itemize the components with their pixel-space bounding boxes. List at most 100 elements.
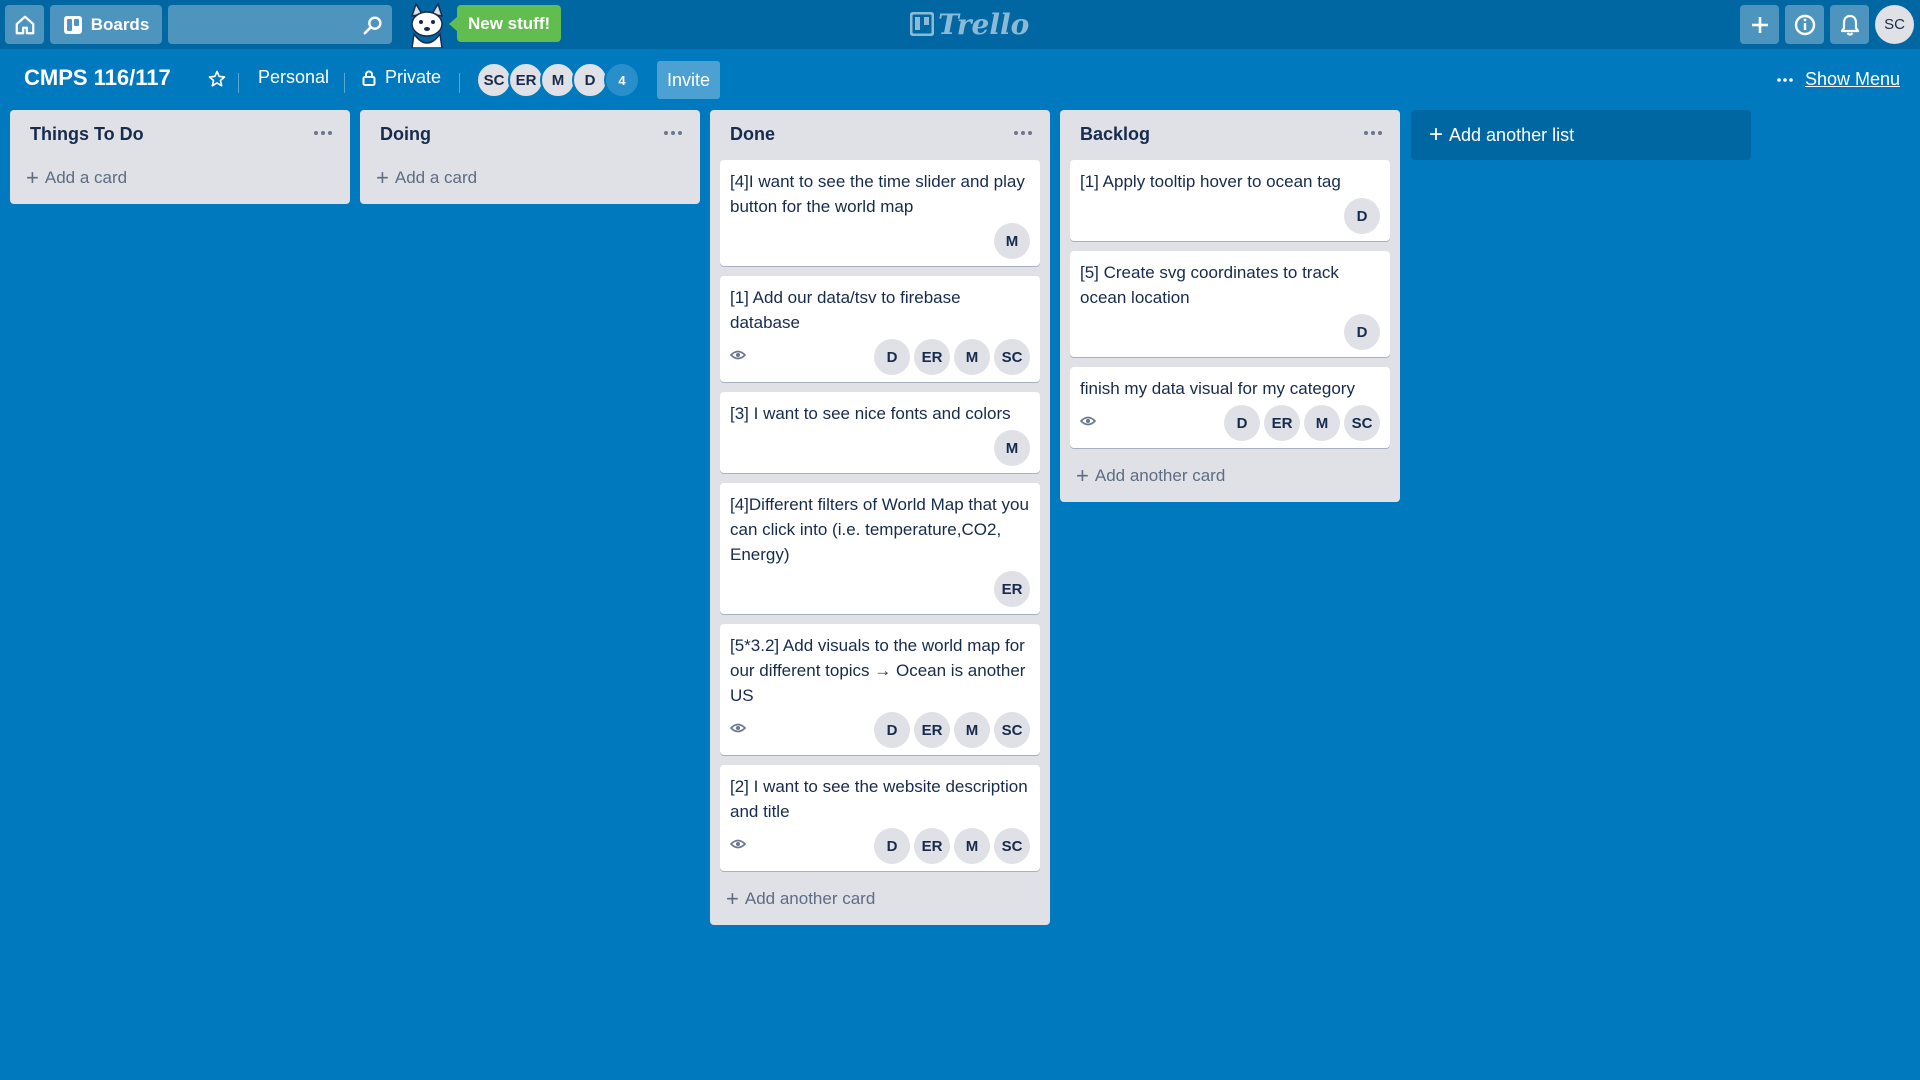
card-member-avatar[interactable]: M [954, 828, 990, 864]
card-badges: D [1080, 198, 1380, 234]
create-button[interactable] [1740, 5, 1779, 44]
card-member-avatar[interactable]: M [954, 712, 990, 748]
card[interactable]: [5*3.2] Add visuals to the world map for… [720, 624, 1040, 755]
add-card-label: Add a card [394, 168, 478, 187]
watch-icon [729, 721, 747, 739]
card-title: [1] Apply tooltip hover to ocean tag [1080, 172, 1341, 191]
card-member-avatar[interactable]: ER [914, 712, 950, 748]
add-list-button[interactable]: + Add another list [1411, 110, 1751, 160]
notifications-button[interactable] [1830, 5, 1869, 44]
card-member-avatar[interactable]: D [874, 339, 910, 375]
show-menu-label: Show Menu [1804, 69, 1900, 89]
card-member-avatar[interactable]: ER [1264, 405, 1300, 441]
card-member-avatar[interactable]: ER [914, 339, 950, 375]
search-input[interactable] [168, 5, 392, 44]
card-member-avatar[interactable]: M [994, 430, 1030, 466]
header-divider [459, 73, 460, 93]
add-card-button[interactable]: + Add a card [370, 160, 690, 196]
visibility-button[interactable]: Private [362, 67, 441, 88]
add-card-label: Add a card [44, 168, 128, 187]
invite-button[interactable]: Invite [657, 61, 721, 99]
star-icon[interactable] [208, 70, 226, 88]
add-card-button[interactable]: + Add a card [20, 160, 340, 196]
add-card-button[interactable]: + Add another card [1070, 458, 1390, 494]
member-avatar[interactable]: M [540, 62, 576, 98]
list-header: Things To Do [20, 110, 340, 160]
more-members-badge[interactable]: 4 [604, 62, 640, 98]
card-member-avatar[interactable]: D [1344, 198, 1380, 234]
plus-icon: + [1076, 463, 1089, 488]
user-avatar[interactable]: SC [1875, 5, 1914, 44]
taco-mascot-icon[interactable] [402, 2, 452, 49]
plus-icon: + [726, 886, 739, 911]
card[interactable]: [5] Create svg coordinates to track ocea… [1070, 251, 1390, 357]
card[interactable]: [3] I want to see nice fonts and colors M [720, 392, 1040, 473]
card-members: M [994, 430, 1030, 466]
plus-icon [1751, 16, 1768, 33]
card[interactable]: [4]I want to see the time slider and pla… [720, 160, 1040, 266]
home-button[interactable] [5, 5, 44, 44]
card-members: D [1344, 198, 1380, 234]
list-title[interactable]: Backlog [1080, 124, 1150, 145]
card[interactable]: [4]Different filters of World Map that y… [720, 483, 1040, 614]
list-header: Doing [370, 110, 690, 160]
plus-icon: + [376, 165, 389, 190]
board-header: CMPS 116/117 Personal Private SC ER M D … [0, 49, 1920, 111]
header-divider [238, 73, 239, 93]
card-member-avatar[interactable]: M [1304, 405, 1340, 441]
list-title[interactable]: Things To Do [30, 124, 144, 145]
card-member-avatar[interactable]: SC [994, 339, 1030, 375]
card-member-avatar[interactable]: ER [914, 828, 950, 864]
card[interactable]: [1] Apply tooltip hover to ocean tag D [1070, 160, 1390, 241]
show-menu-button[interactable]: Show Menu [1777, 69, 1900, 90]
lock-icon [362, 70, 376, 86]
list-menu-button[interactable] [660, 122, 686, 144]
card-member-avatar[interactable]: M [994, 223, 1030, 259]
card-badges: D ER M SC [729, 828, 1030, 864]
boards-button[interactable]: Boards [50, 5, 162, 44]
card-member-avatar[interactable]: SC [994, 828, 1030, 864]
plus-icon: + [26, 165, 39, 190]
top-header: Boards New stuff! Trello SC [0, 0, 1920, 49]
list-title[interactable]: Doing [380, 124, 431, 145]
more-icon [1014, 131, 1018, 135]
more-icon [314, 131, 318, 135]
card-badges: D ER M SC [729, 712, 1030, 748]
card-member-avatar[interactable]: D [874, 712, 910, 748]
card-member-avatar[interactable]: M [954, 339, 990, 375]
card[interactable]: [2] I want to see the website descriptio… [720, 765, 1040, 871]
add-list-label: Add another list [1449, 124, 1575, 145]
board-title[interactable]: CMPS 116/117 [24, 65, 171, 91]
card-member-avatar[interactable]: D [1344, 314, 1380, 350]
team-button[interactable]: Personal [258, 67, 329, 88]
team-label: Personal [258, 67, 330, 87]
header-divider [344, 73, 345, 93]
card-badges: M [730, 430, 1030, 466]
trello-logo[interactable]: Trello [910, 6, 1029, 42]
card-member-avatar[interactable]: D [1224, 405, 1260, 441]
card-member-avatar[interactable]: SC [1344, 405, 1380, 441]
add-card-label: Add another card [744, 889, 876, 908]
list-menu-button[interactable] [1010, 122, 1036, 144]
list-title[interactable]: Done [730, 124, 775, 145]
info-button[interactable] [1785, 5, 1824, 44]
watch-icon [729, 348, 747, 366]
watch-icon [729, 837, 747, 855]
add-card-button[interactable]: + Add another card [720, 881, 1040, 917]
info-icon [1794, 14, 1815, 35]
member-avatar[interactable]: SC [476, 62, 512, 98]
list-menu-button[interactable] [310, 122, 336, 144]
member-avatar[interactable]: D [572, 62, 608, 98]
search-icon[interactable] [362, 14, 384, 36]
card-member-avatar[interactable]: D [874, 828, 910, 864]
new-stuff-button[interactable]: New stuff! [448, 5, 562, 42]
member-avatar[interactable]: ER [508, 62, 544, 98]
card-member-avatar[interactable]: ER [994, 571, 1030, 607]
card-title: [5*3.2] Add visuals to the world map for… [730, 636, 1026, 705]
card-member-avatar[interactable]: SC [994, 712, 1030, 748]
list-menu-button[interactable] [1360, 122, 1386, 144]
card-badges: ER [730, 571, 1030, 607]
card-badges: D ER M SC [729, 339, 1030, 375]
card[interactable]: finish my data visual for my category D ER… [1070, 367, 1390, 448]
card[interactable]: [1] Add our data/tsv to firebase databas… [720, 276, 1040, 382]
